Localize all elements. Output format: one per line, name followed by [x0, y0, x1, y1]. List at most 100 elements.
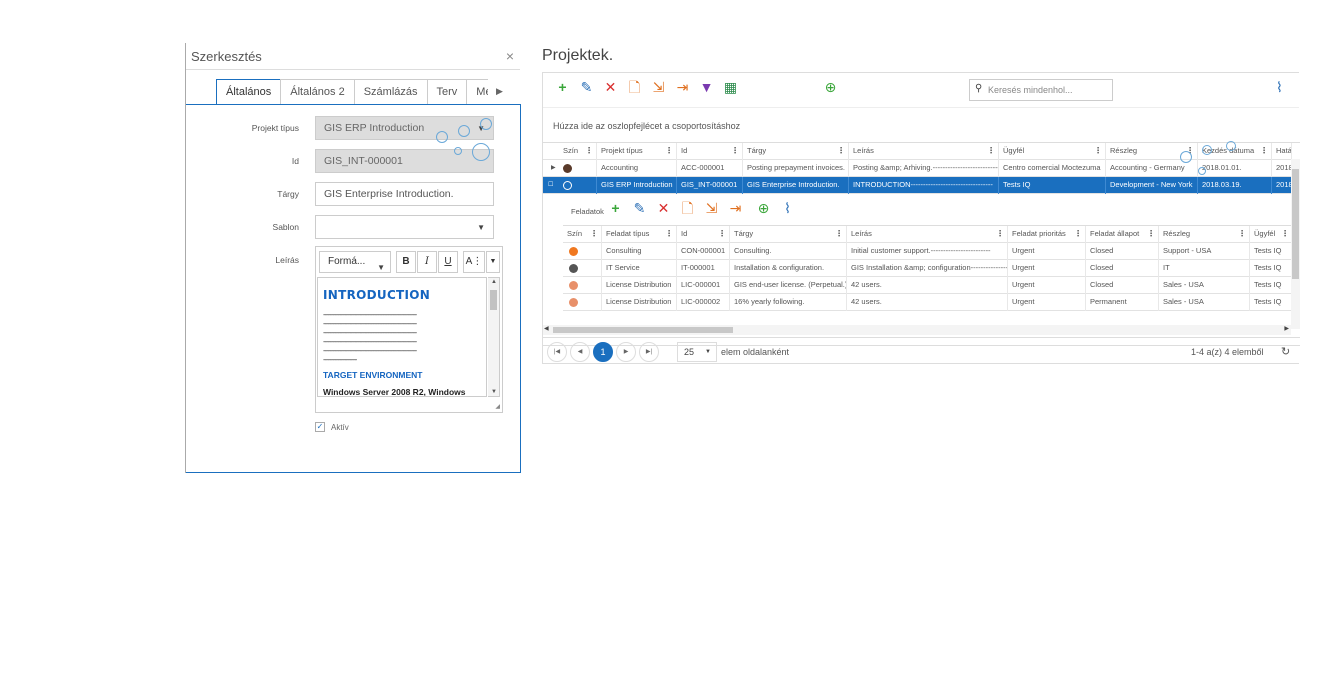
column-menu-icon[interactable]: ⋮ [1074, 226, 1082, 242]
column-header-color[interactable]: Szín ⋮ [563, 226, 602, 243]
add-icon[interactable]: + [606, 200, 625, 219]
clear-filter-icon[interactable]: ▼ [697, 79, 716, 98]
column-header-priority[interactable]: Feladat prioritás ⋮ [1008, 226, 1086, 243]
column-menu-icon[interactable]: ⋮ [987, 143, 995, 159]
remove-document-icon[interactable]: 🗋 [625, 79, 644, 98]
template-select[interactable]: ▼ [315, 215, 494, 239]
column-header-department[interactable]: Részleg ⋮ [1106, 143, 1198, 160]
add-icon[interactable]: + [553, 79, 572, 98]
table-row[interactable]: ▶ Accounting ACC-000001 Posting prepayme… [543, 160, 1300, 177]
column-header-subject[interactable]: Tárgy ⋮ [730, 226, 847, 243]
table-row-selected[interactable]: ☐ GIS ERP Introduction GIS_INT-000001 GI… [543, 177, 1300, 194]
table-row[interactable]: IT Service IT-000001 Installation & conf… [563, 260, 1293, 277]
scroll-right-icon[interactable]: ▶ [1284, 325, 1289, 332]
tab-general-2[interactable]: Általános 2 [280, 79, 355, 105]
page-size-value: 25 [684, 347, 695, 357]
search-input[interactable]: ⚲ Keresés mindenhol... [969, 79, 1113, 101]
column-header-client[interactable]: Ügyfél ⋮ [999, 143, 1106, 160]
column-menu-icon[interactable]: ⋮ [1238, 226, 1246, 242]
edit-icon[interactable]: ✎ [630, 200, 649, 219]
font-color-button[interactable]: A⋮ [463, 251, 485, 273]
export-icon[interactable]: ⇥ [726, 200, 745, 219]
close-icon[interactable]: × [506, 48, 514, 64]
column-header-task-type[interactable]: Feladat típus ⋮ [602, 226, 677, 243]
excel-export-icon[interactable]: ▦ [721, 79, 740, 98]
column-header-subject[interactable]: Tárgy ⋮ [743, 143, 849, 160]
column-header-start-date[interactable]: Kezdés dátuma ⋮ [1198, 143, 1272, 160]
scroll-left-icon[interactable]: ◀ [544, 325, 549, 332]
tab-billing[interactable]: Számlázás [353, 79, 428, 105]
grid-vertical-scrollbar[interactable] [1291, 159, 1300, 329]
more-dropdown-button[interactable]: ▼ [486, 251, 500, 273]
table-row[interactable]: Consulting CON-000001 Consulting. Initia… [563, 243, 1293, 260]
italic-button[interactable]: I [417, 251, 437, 273]
column-menu-icon[interactable]: ⋮ [837, 143, 845, 159]
next-page-button[interactable]: ▶ [616, 342, 636, 362]
remove-document-icon[interactable]: 🗋 [678, 200, 697, 219]
column-header-client[interactable]: Ügyfél ⋮ [1250, 226, 1293, 243]
column-header-type[interactable]: Projekt típus ⋮ [597, 143, 677, 160]
attachment-icon[interactable]: ⌇ [778, 200, 797, 219]
tab-notes[interactable]: Megj [466, 79, 488, 105]
grid-horizontal-scrollbar[interactable]: ◀ ▶ [543, 325, 1291, 335]
column-menu-icon[interactable]: ⋮ [665, 143, 673, 159]
column-menu-icon[interactable]: ⋮ [1281, 226, 1289, 242]
scroll-up-icon[interactable]: ▲ [491, 279, 497, 285]
expand-row-icon[interactable]: ▶ [551, 160, 556, 176]
scrollbar-thumb[interactable] [490, 290, 497, 310]
collapse-row-icon[interactable]: ☐ [548, 177, 553, 193]
first-page-button[interactable]: |◀ [547, 342, 567, 362]
editor-scrollbar[interactable]: ▲ ▼ [488, 277, 500, 397]
edit-icon[interactable]: ✎ [577, 79, 596, 98]
import-icon[interactable]: ⇲ [649, 79, 668, 98]
column-header-deadline[interactable]: Hatá [1272, 143, 1292, 160]
subject-input[interactable]: GIS Enterprise Introduction. [315, 182, 494, 206]
active-checkbox[interactable]: ✓ [315, 422, 325, 432]
column-menu-icon[interactable]: ⋮ [731, 143, 739, 159]
column-header-description[interactable]: Leírás ⋮ [847, 226, 1008, 243]
column-menu-icon[interactable]: ⋮ [1260, 143, 1268, 159]
download-icon[interactable]: ⊕ [754, 200, 773, 219]
download-icon[interactable]: ⊕ [821, 79, 840, 98]
column-menu-icon[interactable]: ⋮ [665, 226, 673, 242]
bold-button[interactable]: B [396, 251, 416, 273]
column-menu-icon[interactable]: ⋮ [585, 143, 593, 159]
column-menu-icon[interactable]: ⋮ [590, 226, 598, 242]
column-header-description[interactable]: Leírás ⋮ [849, 143, 999, 160]
column-header-id[interactable]: Id ⋮ [677, 226, 730, 243]
column-header-color[interactable]: Szín ⋮ [559, 143, 597, 160]
cell-description: GIS Installation &amp; configuration----… [847, 260, 1008, 277]
delete-icon[interactable]: ✕ [654, 200, 673, 219]
column-menu-icon[interactable]: ⋮ [835, 226, 843, 242]
table-row[interactable]: License Distribution LIC-000001 GIS end-… [563, 277, 1293, 294]
column-menu-icon[interactable]: ⋮ [1147, 226, 1155, 242]
export-icon[interactable]: ⇥ [673, 79, 692, 98]
editor-content[interactable]: INTRODUCTION ---------------------------… [317, 277, 487, 397]
underline-button[interactable]: U [438, 251, 458, 273]
column-menu-icon[interactable]: ⋮ [718, 226, 726, 242]
scroll-down-icon[interactable]: ▼ [491, 389, 497, 395]
scrollbar-thumb[interactable] [553, 327, 733, 333]
column-header-id[interactable]: Id ⋮ [677, 143, 743, 160]
scrollbar-thumb[interactable] [1292, 169, 1299, 279]
column-header-status[interactable]: Feladat állapot ⋮ [1086, 226, 1159, 243]
refresh-icon[interactable]: ↻ [1281, 345, 1290, 358]
project-type-select[interactable]: GIS ERP Introduction ▼ [315, 116, 494, 140]
column-menu-icon[interactable]: ⋮ [996, 226, 1004, 242]
delete-icon[interactable]: ✕ [601, 79, 620, 98]
page-size-select[interactable]: 25 ▼ [677, 342, 717, 362]
attachment-icon[interactable]: ⌇ [1276, 79, 1283, 96]
tab-plan[interactable]: Terv [426, 79, 468, 105]
tab-general[interactable]: Általános [216, 79, 282, 105]
page-button-current[interactable]: 1 [593, 342, 613, 362]
prev-page-button[interactable]: ◀ [570, 342, 590, 362]
column-header-department[interactable]: Részleg ⋮ [1159, 226, 1250, 243]
tab-scroll-right-icon[interactable]: ▶ [496, 86, 503, 97]
last-page-button[interactable]: ▶| [639, 342, 659, 362]
import-icon[interactable]: ⇲ [702, 200, 721, 219]
table-row[interactable]: License Distribution LIC-000002 16% year… [563, 294, 1293, 311]
column-menu-icon[interactable]: ⋮ [1094, 143, 1102, 159]
column-menu-icon[interactable]: ⋮ [1186, 143, 1194, 159]
resize-handle-icon[interactable]: ◢ [495, 403, 500, 410]
format-select[interactable]: Formá... ▼ [319, 251, 391, 273]
